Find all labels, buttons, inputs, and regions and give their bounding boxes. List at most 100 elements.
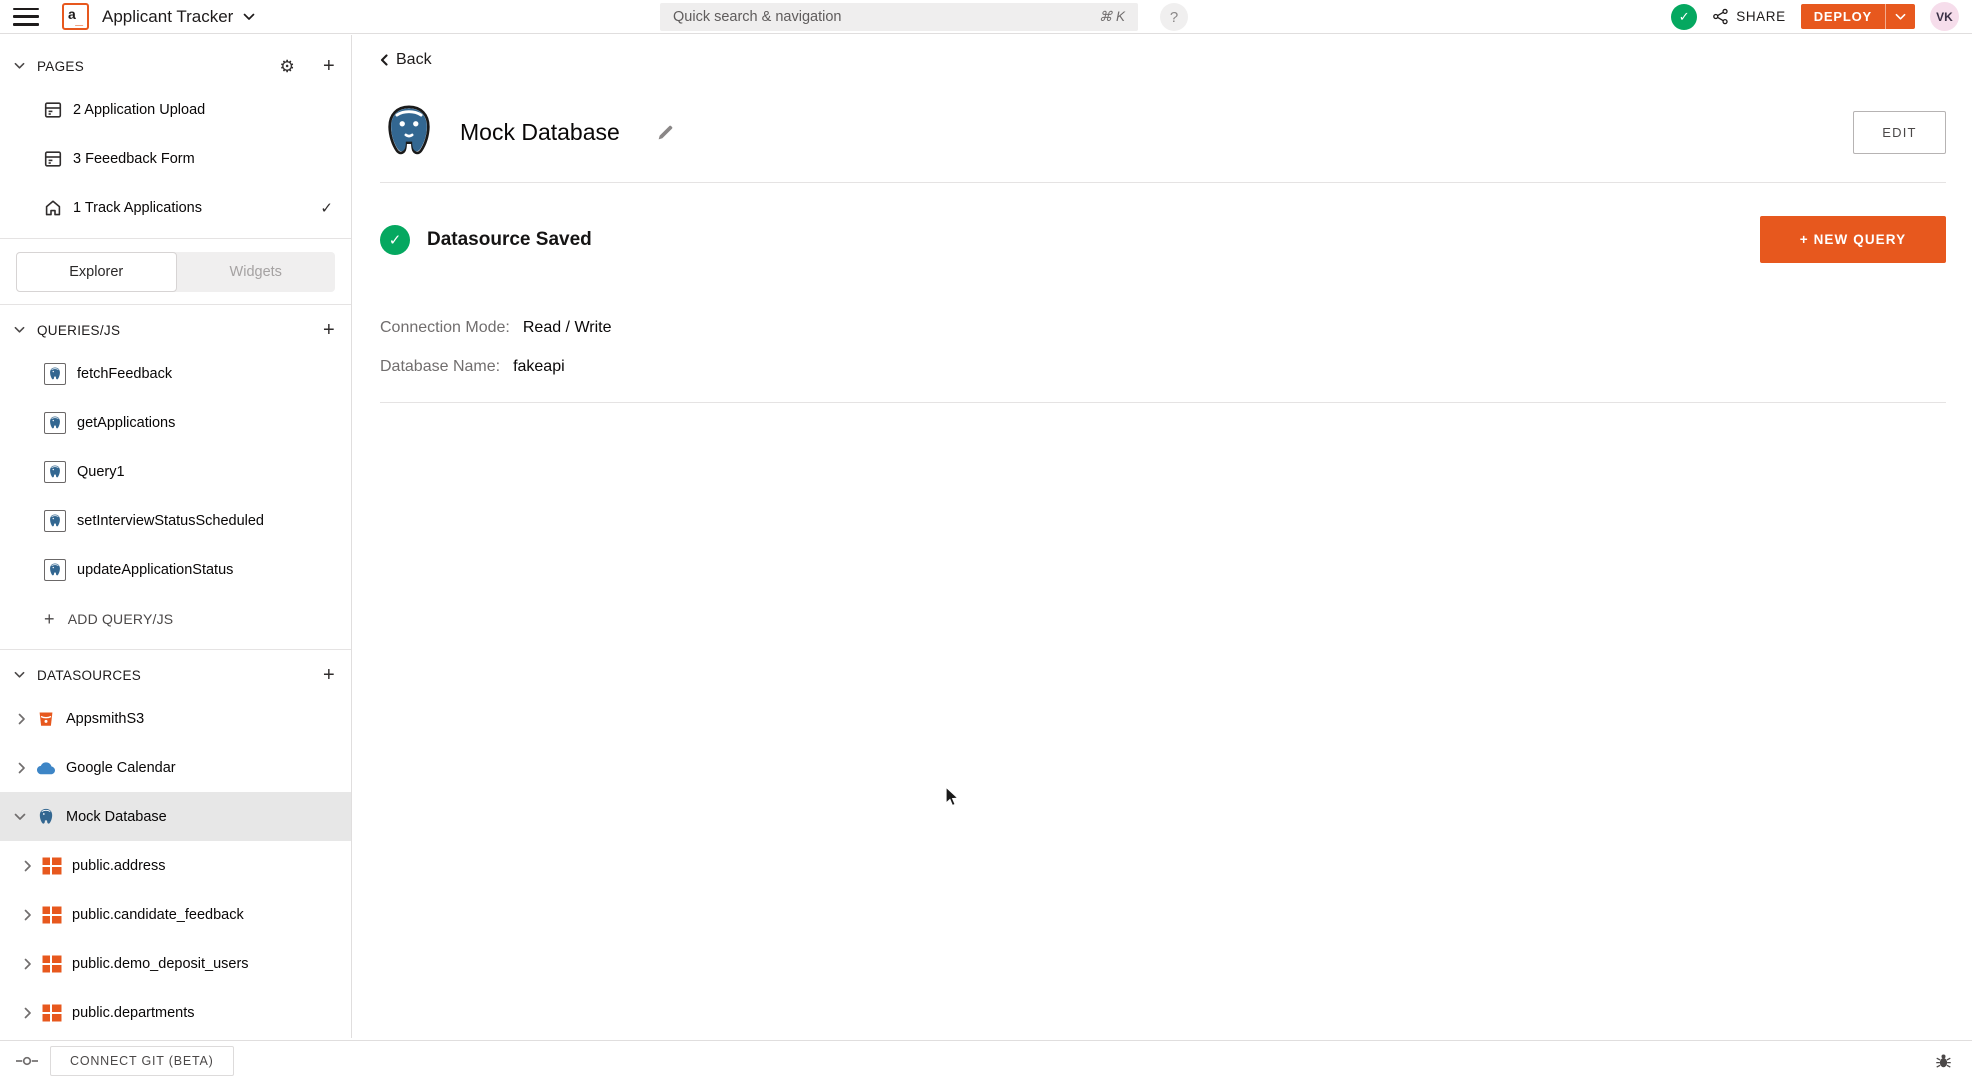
entity-explorer-sidebar: PAGES ⚙ + 2 Application Upload 3 Feeedba… [0, 35, 352, 1038]
sidebar-item-page-application-upload[interactable]: 2 Application Upload [0, 85, 351, 134]
topbar-actions: ✓ SHARE DEPLOY VK [1671, 2, 1959, 31]
postgres-icon [44, 558, 66, 581]
database-name-row: Database Name: fakeapi [380, 358, 1946, 376]
help-button[interactable]: ? [1160, 3, 1188, 31]
back-button[interactable]: Back [380, 51, 432, 69]
table-icon [42, 955, 62, 973]
app-title-menu[interactable]: Applicant Tracker [102, 7, 255, 27]
gear-icon[interactable]: ⚙ [279, 58, 295, 75]
home-icon [44, 199, 62, 217]
add-page-button[interactable]: + [323, 56, 335, 76]
add-query-js-button[interactable]: + ADD QUERY/JS [0, 594, 351, 643]
datasource-status-row: ✓ Datasource Saved + NEW QUERY [380, 216, 1946, 263]
sidebar-item-table-public-demo-deposit-users[interactable]: public.demo_deposit_users [0, 939, 351, 988]
debug-bug-icon[interactable] [1935, 1052, 1952, 1069]
saved-check-icon: ✓ [1671, 3, 1698, 30]
table-icon [42, 1004, 62, 1022]
sidebar-item-page-feedback-form[interactable]: 3 Feeedback Form [0, 134, 351, 183]
search-shortcut: ⌘ K [1098, 9, 1125, 24]
rename-pencil-icon[interactable] [656, 123, 675, 142]
quick-search-bar[interactable]: ⌘ K [660, 3, 1138, 31]
sidebar-item-page-track-applications[interactable]: 1 Track Applications ✓ [0, 183, 351, 232]
success-check-icon: ✓ [380, 224, 410, 255]
app-window: a_ Applicant Tracker ⌘ K ? ✓ SHARE DEPLO… [0, 0, 1972, 1080]
chevron-down-icon [14, 62, 25, 70]
sidebar-item-datasource-google-calendar[interactable]: Google Calendar [0, 743, 351, 792]
calendar-cloud-icon [36, 761, 56, 775]
new-query-button[interactable]: + NEW QUERY [1760, 216, 1946, 263]
current-page-check-icon: ✓ [320, 199, 333, 217]
share-icon [1712, 8, 1729, 25]
postgres-icon [44, 509, 66, 532]
user-avatar[interactable]: VK [1930, 2, 1959, 31]
sidebar-item-query-fetchfeedback[interactable]: fetchFeedback [0, 349, 351, 398]
tab-widgets[interactable]: Widgets [177, 252, 336, 292]
datasources-section-header[interactable]: DATASOURCES + [0, 656, 351, 694]
sidebar-item-table-public-address[interactable]: public.address [0, 841, 351, 890]
explorer-widgets-tabs: Explorer Widgets [16, 252, 335, 292]
tab-explorer[interactable]: Explorer [16, 252, 177, 292]
add-query-button[interactable]: + [323, 320, 335, 340]
sidebar-divider [0, 304, 351, 305]
chevron-right-icon[interactable] [18, 713, 26, 725]
sidebar-item-datasource-mock-database[interactable]: Mock Database [0, 792, 351, 841]
deploy-label[interactable]: DEPLOY [1801, 4, 1885, 29]
chevron-right-icon[interactable] [24, 1007, 32, 1019]
field-label: Database Name: [380, 358, 501, 375]
chevron-right-icon[interactable] [24, 860, 32, 872]
sidebar-divider [0, 238, 351, 239]
table-icon [42, 857, 62, 875]
datasource-title: Mock Database [460, 118, 620, 145]
chevron-right-icon[interactable] [24, 909, 32, 921]
bottom-statusbar: CONNECT GIT (BETA) [0, 1040, 1972, 1080]
field-value: Read / Write [522, 319, 612, 336]
share-label: SHARE [1736, 9, 1786, 24]
plus-icon: + [44, 608, 55, 629]
datasource-detail-panel: Back Mock Database EDIT ✓ Datasource Sav… [353, 35, 1972, 1040]
search-input[interactable] [673, 9, 1099, 25]
s3-icon [36, 709, 56, 729]
share-button[interactable]: SHARE [1712, 8, 1786, 25]
field-label: Connection Mode: [380, 319, 510, 336]
chevron-down-icon[interactable] [14, 813, 26, 821]
postgres-icon [36, 807, 56, 827]
sidebar-item-query-updateapplicationstatus[interactable]: updateApplicationStatus [0, 545, 351, 594]
sidebar-item-query-query1[interactable]: Query1 [0, 447, 351, 496]
pages-header-label: PAGES [37, 58, 85, 74]
postgresql-logo [380, 103, 438, 161]
help-icon: ? [1169, 8, 1179, 26]
datasource-header: Mock Database EDIT [380, 103, 1946, 161]
hamburger-menu-icon[interactable] [13, 7, 39, 26]
chevron-down-icon [243, 13, 255, 21]
connect-git-button[interactable]: CONNECT GIT (BETA) [50, 1045, 234, 1076]
deploy-button[interactable]: DEPLOY [1800, 4, 1915, 29]
chevron-right-icon[interactable] [24, 958, 32, 970]
chevron-down-icon [1895, 13, 1906, 21]
queries-section-header[interactable]: QUERIES/JS + [0, 311, 351, 349]
sidebar-item-query-setinterviewstatusscheduled[interactable]: setInterviewStatusScheduled [0, 496, 351, 545]
sidebar-item-table-public-candidate-feedback[interactable]: public.candidate_feedback [0, 890, 351, 939]
edit-button[interactable]: EDIT [1853, 110, 1946, 154]
deploy-menu-button[interactable] [1886, 4, 1915, 29]
sidebar-item-table-public-departments[interactable]: public.departments [0, 988, 351, 1037]
page-icon [44, 150, 62, 168]
sidebar-item-datasource-appsmiths3[interactable]: AppsmithS3 [0, 694, 351, 743]
chevron-down-icon [14, 326, 25, 334]
datasources-header-label: DATASOURCES [37, 667, 142, 683]
pages-section-header[interactable]: PAGES ⚙ + [0, 47, 351, 85]
postgres-icon [44, 411, 66, 434]
git-commit-icon [16, 1054, 38, 1068]
queries-header-label: QUERIES/JS [37, 322, 121, 338]
add-datasource-button[interactable]: + [323, 665, 335, 685]
chevron-left-icon [380, 54, 388, 66]
topbar: a_ Applicant Tracker ⌘ K ? ✓ SHARE DEPLO… [0, 0, 1972, 34]
chevron-down-icon [14, 671, 25, 679]
postgres-icon [44, 362, 66, 385]
chevron-right-icon[interactable] [18, 762, 26, 774]
page-icon [44, 101, 62, 119]
section-divider [380, 182, 1946, 183]
field-value: fakeapi [513, 358, 565, 375]
sidebar-item-query-getapplications[interactable]: getApplications [0, 398, 351, 447]
appsmith-logo: a _ [62, 3, 89, 30]
connection-mode-row: Connection Mode: Read / Write [380, 319, 1946, 337]
